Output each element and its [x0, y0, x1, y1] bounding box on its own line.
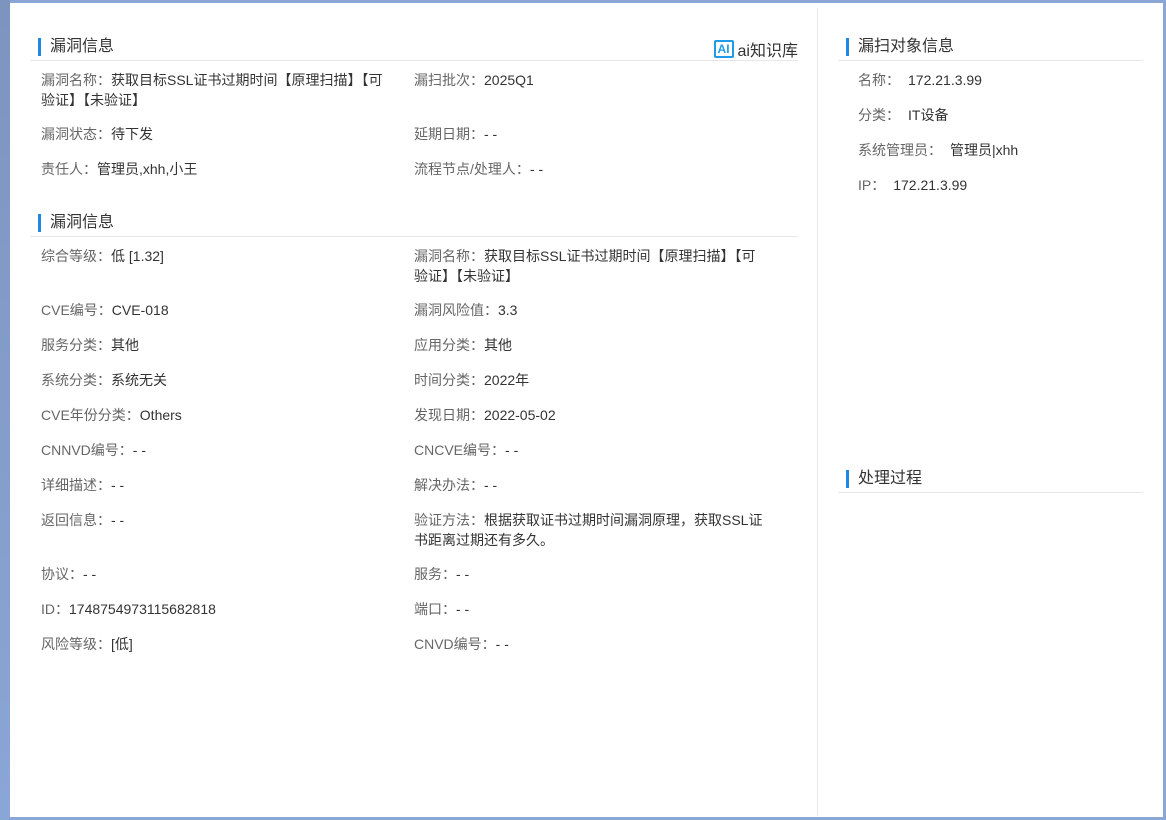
field-id: ID：1748754973115682818 — [41, 601, 216, 617]
section-header-scan-object: 漏扫对象信息 — [838, 16, 1143, 61]
scan-object-panel: 漏扫对象信息 名称： 172.21.3.99 分类： IT设备 系统管理员： 管理员|… — [838, 8, 1143, 808]
field-app-category: 应用分类：其他 — [414, 337, 512, 353]
field-cnvd-id: CNVD编号：- - — [414, 636, 509, 652]
field-protocol: 协议：- - — [41, 566, 97, 582]
field-delay-date: 延期日期：- - — [414, 126, 498, 142]
section-title: 漏扫对象信息 — [846, 38, 954, 56]
field-owner: 责任人：管理员,xhh,小王 — [41, 161, 198, 177]
field-port: 端口：- - — [414, 601, 470, 617]
section-title: 处理过程 — [846, 470, 922, 488]
field-time-category: 时间分类：2022年 — [414, 372, 530, 388]
field-vuln-name-2: 漏洞名称：获取目标SSL证书过期时间【原理扫描】【可验证】【未验证】 — [414, 248, 756, 284]
field-service-category: 服务分类：其他 — [41, 337, 139, 353]
ai-icon: AI — [713, 40, 734, 58]
field-vuln-name: 漏洞名称：获取目标SSL证书过期时间【原理扫描】【可验证】【未验证】 — [41, 72, 383, 108]
field-flow-node: 流程节点/处理人：- - — [414, 161, 544, 177]
field-solution: 解决办法：- - — [414, 477, 498, 493]
ai-knowledge-base-link[interactable]: AI ai知识库 — [713, 38, 798, 60]
field-cve-id: CVE编号：CVE-018 — [41, 302, 169, 318]
field-vuln-status: 漏洞状态：待下发 — [41, 126, 153, 142]
section-title: 漏洞信息 — [38, 214, 114, 232]
field-object-ip: IP： 172.21.3.99 — [858, 177, 968, 193]
field-verify-method: 验证方法：根据获取证书过期时间漏洞原理，获取SSL证书距离过期还有多久。 — [414, 512, 763, 548]
field-risk-level: 风险等级：[低] — [41, 636, 133, 652]
section-header-process: 处理过程 — [838, 448, 1143, 493]
panel-divider — [817, 8, 818, 816]
section-title: 漏洞信息 — [38, 38, 114, 56]
field-overall-level: 综合等级：低 [1.32] — [41, 248, 164, 264]
field-object-category: 分类： IT设备 — [858, 107, 949, 123]
field-system-category: 系统分类：系统无关 — [41, 372, 167, 388]
field-object-name: 名称： 172.21.3.99 — [858, 72, 982, 88]
field-return-info: 返回信息：- - — [41, 512, 125, 528]
field-system-admin: 系统管理员： 管理员|xhh — [858, 142, 1019, 158]
field-risk-value: 漏洞风险值：3.3 — [414, 302, 518, 318]
section-header-vuln-info-2: 漏洞信息 — [30, 192, 798, 237]
vulnerability-detail-panel: 漏洞信息 AI ai知识库 漏洞名称：获取目标SSL证书过期时间【原理扫描】【可… — [30, 8, 798, 808]
field-cncve-id: CNCVE编号：- - — [414, 442, 519, 458]
field-scan-batch: 漏扫批次：2025Q1 — [414, 72, 534, 88]
field-discovery-date: 发现日期：2022-05-02 — [414, 407, 556, 423]
field-cve-year-category: CVE年份分类：Others — [41, 407, 182, 423]
field-service: 服务：- - — [414, 566, 470, 582]
field-cnnvd-id: CNNVD编号：- - — [41, 442, 146, 458]
ai-knowledge-base-label: ai知识库 — [737, 43, 798, 60]
section-header-vuln-info: 漏洞信息 AI ai知识库 — [30, 16, 798, 61]
window-left-edge — [0, 0, 10, 820]
field-detail-description: 详细描述：- - — [41, 477, 125, 493]
